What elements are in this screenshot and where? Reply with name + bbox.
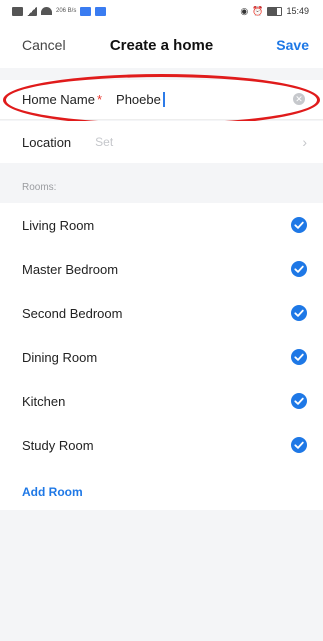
room-item-master-bedroom[interactable]: Master Bedroom: [0, 247, 323, 291]
room-label: Living Room: [22, 217, 95, 233]
check-icon[interactable]: [291, 261, 307, 277]
room-item-second-bedroom[interactable]: Second Bedroom: [0, 291, 323, 335]
save-button[interactable]: Save: [276, 37, 309, 53]
clear-icon[interactable]: ✕: [293, 93, 305, 105]
status-time: 15:49: [286, 6, 309, 16]
rooms-section-label: Rooms:: [22, 182, 57, 193]
check-icon[interactable]: [291, 393, 307, 409]
check-icon[interactable]: [291, 305, 307, 321]
check-icon[interactable]: [291, 437, 307, 453]
check-icon[interactable]: [291, 349, 307, 365]
app-notification-icon: [80, 6, 92, 16]
room-label: Kitchen: [22, 393, 66, 409]
chevron-right-icon[interactable]: ›: [302, 134, 307, 150]
eye-icon: ◉: [240, 5, 249, 16]
app-notification-icon-2: [95, 6, 107, 16]
wifi-icon: [41, 7, 52, 15]
page-title: Create a home: [109, 36, 214, 54]
network-speed: 206 B/s: [56, 8, 77, 14]
room-item-living-room[interactable]: Living Room: [0, 203, 323, 247]
text-cursor: [162, 92, 165, 107]
room-item-dining-room[interactable]: Dining Room: [0, 335, 323, 379]
location-placeholder: Set: [95, 135, 114, 149]
alarm-icon: ⏰: [252, 5, 264, 16]
required-marker: *: [96, 92, 103, 107]
check-icon[interactable]: [291, 217, 307, 233]
cancel-button[interactable]: Cancel: [22, 37, 66, 53]
home-name-input[interactable]: Phoebe: [116, 92, 161, 107]
status-bar: 206 B/s ◉ ⏰ 15:49: [0, 0, 323, 22]
notification-icon: [12, 6, 23, 16]
add-room-button[interactable]: Add Room: [22, 485, 83, 499]
home-name-label: Home Name: [22, 92, 95, 107]
status-bar-right: ◉ ⏰ 15:49: [240, 6, 309, 17]
room-label: Dining Room: [22, 349, 98, 365]
home-name-field[interactable]: Home Name * Phoebe ✕: [0, 80, 323, 120]
status-bar-left: 206 B/s: [12, 6, 107, 16]
section-gap: [0, 68, 323, 80]
room-label: Master Bedroom: [22, 261, 119, 277]
signal-icon: [27, 6, 37, 16]
rooms-list: Living Room Master Bedroom Second Bedroo…: [0, 203, 323, 510]
location-row[interactable]: Location Set ›: [0, 121, 323, 163]
room-item-kitchen[interactable]: Kitchen: [0, 379, 323, 423]
room-label: Second Bedroom: [22, 305, 123, 321]
room-item-study-room[interactable]: Study Room: [0, 423, 323, 467]
top-nav-bar: Cancel Create a home Save: [0, 22, 323, 68]
location-label: Location: [22, 134, 72, 150]
battery-icon: [267, 6, 283, 16]
room-label: Study Room: [22, 437, 94, 453]
